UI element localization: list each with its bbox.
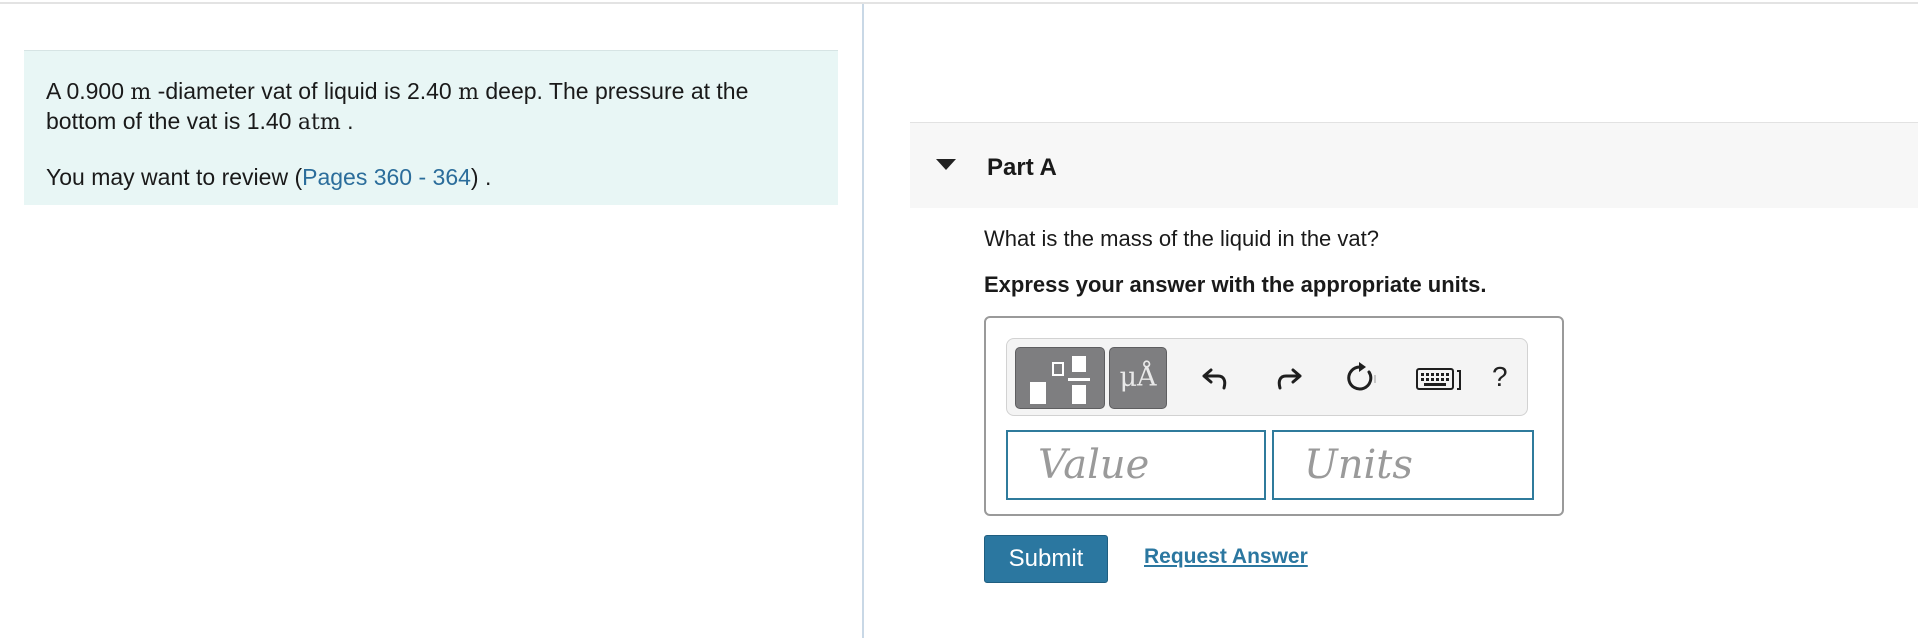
value-input[interactable]: Value — [1006, 430, 1266, 500]
top-rule — [0, 2, 1918, 4]
template-block-icon — [1030, 382, 1046, 404]
help-button[interactable]: ? — [1492, 361, 1508, 393]
redo-icon[interactable] — [1271, 361, 1305, 395]
templates-button[interactable] — [1015, 347, 1105, 409]
keyboard-icon[interactable] — [1415, 361, 1467, 395]
question-text: What is the mass of the liquid in the va… — [984, 226, 1379, 251]
template-block-icon — [1072, 356, 1086, 372]
template-block-icon — [1072, 385, 1086, 404]
template-fraction-bar — [1068, 378, 1090, 381]
instruction-text: Express your answer with the appropriate… — [984, 272, 1487, 297]
part-header[interactable]: Part A — [910, 122, 1918, 208]
problem-statement: A 0.900 m -diameter vat of liquid is 2.4… — [24, 50, 838, 205]
undo-icon[interactable] — [1199, 361, 1233, 395]
collapse-caret-icon[interactable] — [936, 159, 956, 170]
math-toolbar: μÅ ? — [1006, 338, 1528, 416]
review-note: You may want to review (Pages 360 - 364)… — [46, 164, 492, 190]
panel-divider — [862, 4, 864, 638]
reset-icon[interactable] — [1343, 361, 1377, 395]
part-title: Part A — [987, 154, 1057, 181]
request-answer-link[interactable]: Request Answer — [1144, 545, 1308, 569]
review-pages-link[interactable]: Pages 360 - 364 — [302, 164, 471, 190]
answer-box: μÅ ? Value Units — [984, 316, 1564, 516]
units-input[interactable]: Units — [1272, 430, 1534, 500]
template-square-icon — [1052, 362, 1064, 376]
units-button[interactable]: μÅ — [1109, 347, 1167, 409]
submit-button[interactable]: Submit — [984, 535, 1108, 583]
problem-text: A 0.900 m -diameter vat of liquid is 2.4… — [46, 78, 749, 135]
